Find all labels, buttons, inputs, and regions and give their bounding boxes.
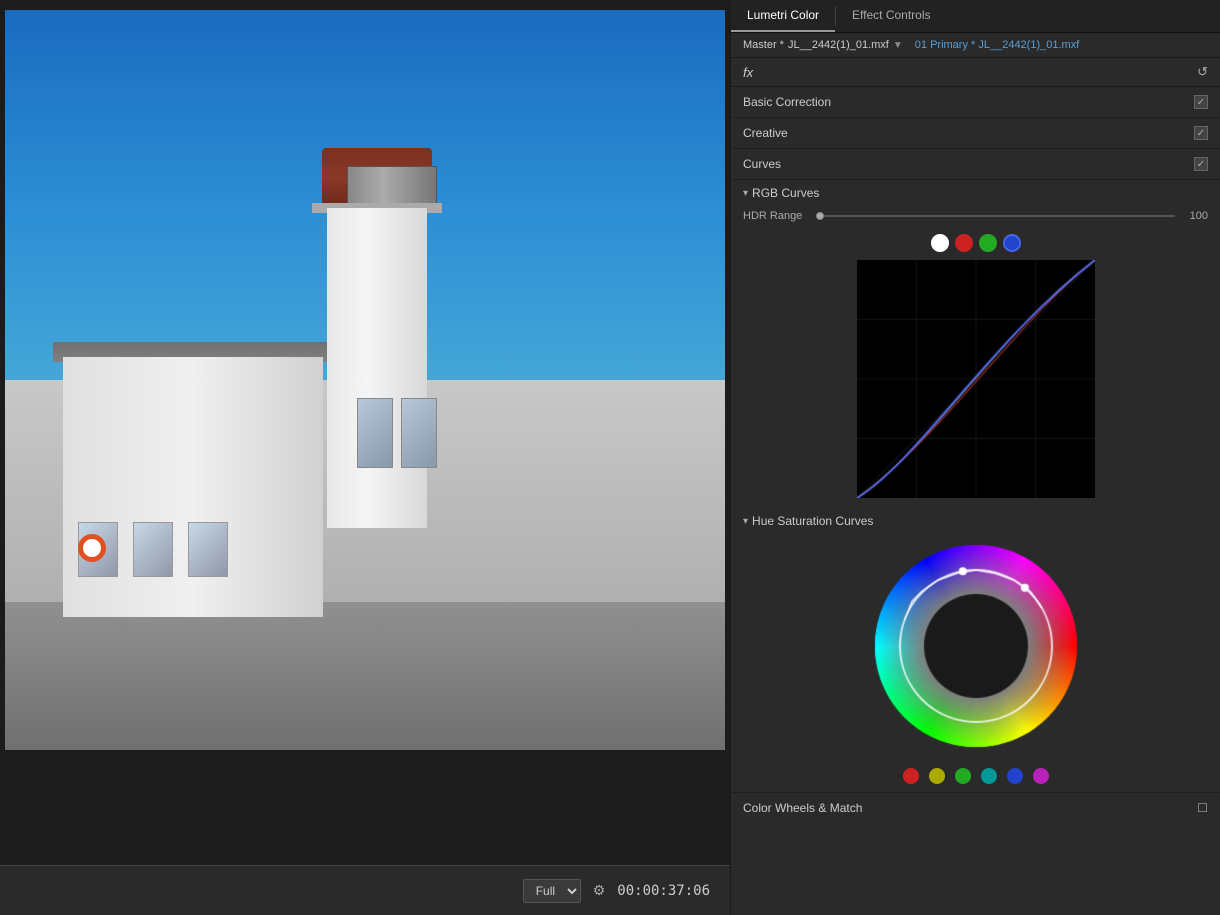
hue-saturation-section: ▾ Hue Saturation Curves — [731, 506, 1220, 792]
wheel-channel-dots — [731, 760, 1220, 792]
scene-rocks — [5, 602, 725, 750]
creative-section: Creative — [731, 118, 1220, 149]
rgb-curves-collapse[interactable]: ▾ — [743, 188, 748, 199]
hdr-range-label: HDR Range — [743, 210, 808, 222]
rgb-curves-header: ▾ RGB Curves — [731, 180, 1220, 206]
building-body — [63, 357, 323, 617]
tab-effect-controls[interactable]: Effect Controls — [836, 0, 946, 32]
hdr-range-row: HDR Range 100 — [731, 206, 1220, 230]
video-panel: Full ⚙ 00:00:37:06 — [0, 0, 730, 915]
hdr-range-thumb[interactable] — [816, 212, 824, 220]
source-row: Master * JL__2442(1)_01.mxf ▼ 01 Primary… — [731, 33, 1220, 58]
hue-sat-label: Hue Saturation Curves — [752, 514, 873, 528]
curves-checkbox[interactable] — [1194, 157, 1208, 171]
rgb-curves-label: RGB Curves — [752, 186, 819, 200]
channel-white[interactable] — [931, 234, 949, 252]
wheel-dot-red[interactable] — [903, 768, 919, 784]
quality-select[interactable]: Full — [523, 879, 581, 903]
source-label: Master * — [743, 39, 784, 51]
hue-wheel-container — [731, 532, 1220, 760]
curves-canvas-container — [731, 260, 1220, 506]
color-wheels-section: Color Wheels & Match ☐ — [731, 792, 1220, 823]
lighthouse-tower — [307, 148, 447, 528]
creative-checkbox[interactable] — [1194, 126, 1208, 140]
tower-lantern — [347, 166, 437, 206]
tower-window-2 — [401, 398, 437, 468]
curves-section-header: Curves — [731, 149, 1220, 180]
basic-correction-section: Basic Correction — [731, 87, 1220, 118]
source-file: JL__2442(1)_01.mxf — [788, 39, 889, 51]
channel-blue[interactable] — [1003, 234, 1021, 252]
color-wheels-expand-icon[interactable]: ☐ — [1197, 801, 1208, 815]
lifebuoy — [78, 534, 106, 562]
tower-windows — [357, 398, 437, 468]
hue-wheel-canvas[interactable] — [866, 536, 1086, 756]
tower-dome — [322, 148, 432, 208]
source-dropdown-arrow[interactable]: ▼ — [893, 40, 903, 51]
hdr-range-value: 100 — [1183, 210, 1208, 222]
hdr-range-slider[interactable] — [816, 215, 1175, 217]
fx-label: fx — [743, 65, 753, 80]
wheel-dot-blue[interactable] — [1007, 768, 1023, 784]
rgb-curves-section: ▾ RGB Curves HDR Range 100 — [731, 180, 1220, 506]
settings-icon[interactable]: ⚙ — [593, 882, 606, 899]
panel-tabs: Lumetri Color Effect Controls — [731, 0, 1220, 33]
building — [63, 337, 343, 617]
wheel-dot-green[interactable] — [955, 768, 971, 784]
window-3 — [188, 522, 228, 577]
channel-buttons — [731, 230, 1220, 260]
video-controls: Full ⚙ 00:00:37:06 — [0, 865, 730, 915]
color-wheels-title: Color Wheels & Match — [743, 801, 1197, 815]
wheel-dot-yellow[interactable] — [929, 768, 945, 784]
right-panel: Lumetri Color Effect Controls Master * J… — [730, 0, 1220, 915]
basic-correction-title: Basic Correction — [743, 95, 1194, 109]
main-container: Full ⚙ 00:00:37:06 Lumetri Color Effect … — [0, 0, 1220, 915]
tab-lumetri-color[interactable]: Lumetri Color — [731, 0, 835, 32]
channel-green[interactable] — [979, 234, 997, 252]
tower-window-1 — [357, 398, 393, 468]
channel-red[interactable] — [955, 234, 973, 252]
curves-title: Curves — [743, 157, 1194, 171]
video-area — [0, 0, 730, 865]
timecode-display: 00:00:37:06 — [617, 883, 710, 899]
hue-sat-header: ▾ Hue Saturation Curves — [731, 506, 1220, 532]
curves-canvas[interactable] — [857, 260, 1095, 498]
video-frame — [5, 10, 725, 750]
tower-body — [327, 208, 427, 528]
sequence-label: 01 Primary * JL__2442(1)_01.mxf — [915, 39, 1079, 51]
wheel-dot-pink[interactable] — [1033, 768, 1049, 784]
reset-icon[interactable]: ↺ — [1197, 64, 1208, 80]
hue-sat-collapse[interactable]: ▾ — [743, 516, 748, 527]
wheel-dot-teal[interactable] — [981, 768, 997, 784]
window-2 — [133, 522, 173, 577]
basic-correction-checkbox[interactable] — [1194, 95, 1208, 109]
fx-row: fx ↺ — [731, 58, 1220, 87]
creative-title: Creative — [743, 126, 1194, 140]
